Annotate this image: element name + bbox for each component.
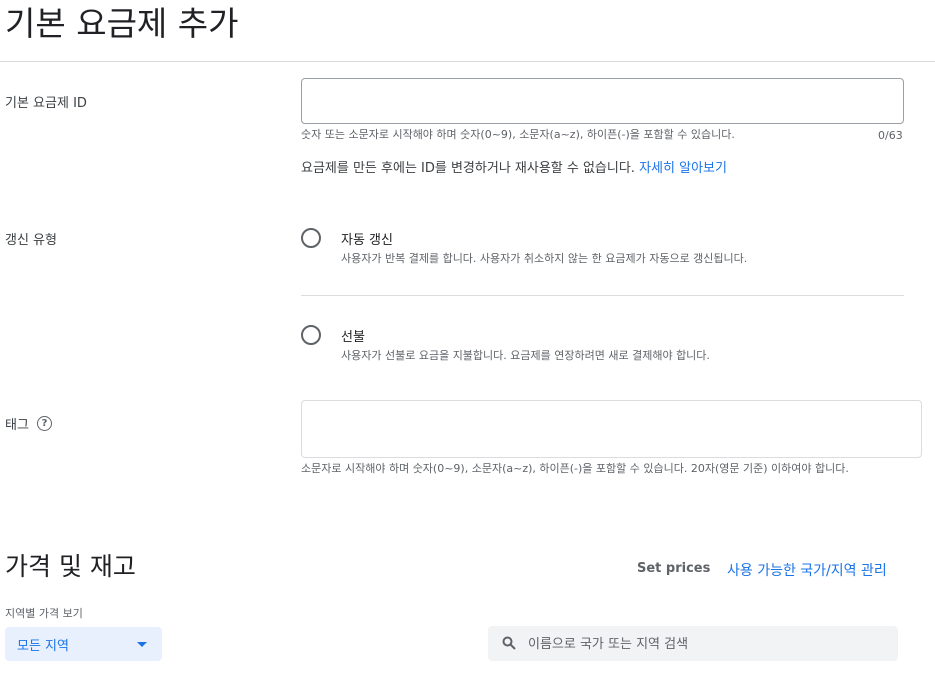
prepaid-title: 선불 — [341, 330, 365, 345]
prepaid-desc: 사용자가 선불로 요금을 지불합니다. 요금제를 연장하려면 새로 결제해야 합… — [341, 349, 710, 362]
help-icon[interactable]: ? — [37, 416, 52, 431]
plan-id-helper: 숫자 또는 소문자로 시작해야 하며 숫자(0~9), 소문자(a~z), 하이… — [301, 128, 735, 141]
radio-auto-renew[interactable] — [301, 228, 321, 248]
caret-down-icon — [137, 642, 147, 647]
renewal-type-label: 갱신 유형 — [5, 233, 57, 248]
tags-input[interactable] — [302, 401, 921, 457]
plan-id-counter: 0/63 — [878, 129, 903, 142]
plan-id-field[interactable] — [301, 78, 904, 124]
plan-id-note: 요금제를 만든 후에는 ID를 변경하거나 재사용할 수 없습니다. 자세히 알… — [301, 157, 727, 176]
plan-id-input[interactable] — [302, 79, 903, 123]
region-filter-label: 지역별 가격 보기 — [5, 607, 83, 620]
renewal-divider — [301, 295, 904, 296]
plan-id-note-text: 요금제를 만든 후에는 ID를 변경하거나 재사용할 수 없습니다. — [301, 161, 635, 176]
manage-regions-link[interactable]: 사용 가능한 국가/지역 관리 — [727, 560, 887, 580]
tags-label: 태그 — [5, 418, 29, 433]
tags-helper: 소문자로 시작해야 하며 숫자(0~9), 소문자(a~z), 하이픈(-)을 … — [301, 462, 849, 475]
plan-id-label: 기본 요금제 ID — [5, 96, 87, 111]
auto-renew-title: 자동 갱신 — [341, 233, 393, 248]
region-search-input[interactable] — [526, 626, 890, 663]
radio-prepaid[interactable] — [301, 325, 321, 345]
learn-more-link[interactable]: 자세히 알아보기 — [639, 161, 727, 176]
auto-renew-desc: 사용자가 반복 결제를 합니다. 사용자가 취소하지 않는 한 요금제가 자동으… — [341, 252, 748, 265]
set-prices-button[interactable]: Set prices — [637, 561, 710, 576]
page-title: 기본 요금제 추가 — [5, 4, 239, 43]
tags-field[interactable] — [301, 400, 922, 458]
search-icon — [502, 636, 516, 650]
region-select-value: 모든 지역 — [17, 639, 69, 654]
pricing-section-title: 가격 및 재고 — [5, 552, 136, 581]
title-divider — [0, 61, 935, 62]
region-search[interactable] — [488, 626, 898, 663]
region-select[interactable]: 모든 지역 — [5, 627, 162, 661]
